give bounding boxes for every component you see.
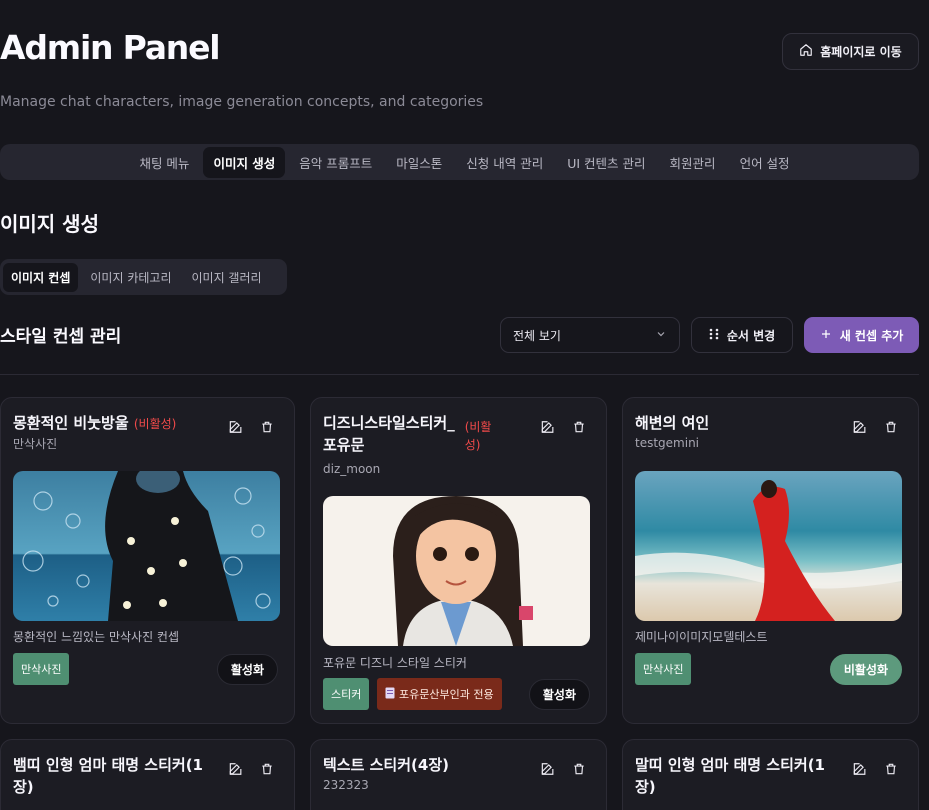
edit-icon[interactable] xyxy=(852,420,866,434)
card-name-line1: 디즈니스타일스티커_ xyxy=(323,414,455,432)
nav-music-prompt[interactable]: 음악 프롬프트 xyxy=(289,147,382,178)
tab-image-category[interactable]: 이미지 카테고리 xyxy=(82,263,179,292)
filter-select[interactable]: 전체 보기 xyxy=(500,317,680,353)
add-concept-button[interactable]: 새 컨셉 추가 xyxy=(804,317,919,353)
card-description: 포유문 디즈니 스타일 스티커 xyxy=(323,656,467,670)
card-description: 몽환적인 느낌있는 만삭사진 컨셉 xyxy=(13,630,180,644)
reorder-button[interactable]: 순서 변경 xyxy=(691,317,793,353)
card-subtitle: testgemini xyxy=(635,436,700,450)
home-button-label: 홈페이지로 이동 xyxy=(820,45,902,59)
subtabs: 이미지 컨셉 이미지 카테고리 이미지 갤러리 xyxy=(0,259,287,295)
concept-card: 디즈니스타일스티커_ 포유문 (비활 성) diz_moon 포유문 디즈니 스… xyxy=(310,397,607,724)
drag-handle-icon xyxy=(709,328,719,343)
nav-milestone[interactable]: 마일스톤 xyxy=(386,147,452,178)
card-name-line1: 뱀띠 인형 엄마 태명 스티커(1 xyxy=(13,756,203,774)
manage-title: 스타일 컨셉 관리 xyxy=(0,327,122,347)
home-button[interactable]: 홈페이지로 이동 xyxy=(782,33,919,70)
concept-image xyxy=(323,496,590,646)
trash-icon[interactable] xyxy=(884,762,898,776)
inactive-tag: (비활성) xyxy=(133,417,177,431)
edit-icon[interactable] xyxy=(228,762,242,776)
home-icon xyxy=(799,43,813,60)
concept-card: 해변의 여인 testgemini 제미나이이미지모델테스트 만삭사진 비활성화 xyxy=(622,397,919,724)
edit-icon[interactable] xyxy=(852,762,866,776)
edit-icon[interactable] xyxy=(540,762,554,776)
page-title: Admin Panel xyxy=(0,28,221,67)
inactive-tag-line1: (비활 xyxy=(464,420,492,434)
chevron-down-icon xyxy=(655,328,667,343)
category-tag: 스티커 xyxy=(323,678,370,710)
nav-members[interactable]: 회원관리 xyxy=(660,147,726,178)
card-name-line2: 장) xyxy=(635,778,656,796)
category-tag: 만삭사진 xyxy=(13,653,70,685)
trash-icon[interactable] xyxy=(260,420,274,434)
nav-ui-content[interactable]: UI 컨텐츠 관리 xyxy=(557,147,655,178)
nav-applications[interactable]: 신청 내역 관리 xyxy=(456,147,553,178)
inactive-tag-line2: 성) xyxy=(464,438,481,452)
page-subtitle: Manage chat characters, image generation… xyxy=(0,94,484,110)
nav-image-generation[interactable]: 이미지 생성 xyxy=(203,146,286,178)
card-name-line2: 장) xyxy=(13,778,34,796)
card-description: 제미나이이미지모델테스트 xyxy=(635,630,768,644)
concept-card: 말띠 인형 엄마 태명 스티커(1 장) xyxy=(622,739,919,810)
filter-value: 전체 보기 xyxy=(513,328,561,343)
add-concept-label: 새 컨셉 추가 xyxy=(839,328,904,343)
card-name: 몽환적인 비눗방울 xyxy=(13,414,129,432)
activate-button[interactable]: 활성화 xyxy=(528,679,590,710)
section-title: 이미지 생성 xyxy=(0,212,99,236)
concept-image xyxy=(13,471,280,621)
activate-button[interactable]: 활성화 xyxy=(216,654,278,685)
reorder-label: 순서 변경 xyxy=(726,328,776,343)
card-subtitle: diz_moon xyxy=(323,462,381,476)
tab-image-gallery[interactable]: 이미지 갤러리 xyxy=(184,263,270,292)
plus-icon xyxy=(820,328,832,343)
tab-image-concept[interactable]: 이미지 컨셉 xyxy=(3,262,79,292)
trash-icon[interactable] xyxy=(572,420,586,434)
category-tag: 만삭사진 xyxy=(635,653,692,685)
deactivate-button[interactable]: 비활성화 xyxy=(829,654,902,685)
nav-chat-menu[interactable]: 채팅 메뉴 xyxy=(129,147,199,178)
edit-icon[interactable] xyxy=(540,420,554,434)
main-nav: 채팅 메뉴 이미지 생성 음악 프롬프트 마일스톤 신청 내역 관리 UI 컨텐… xyxy=(0,144,919,180)
file-icon xyxy=(385,687,395,702)
edit-icon[interactable] xyxy=(228,420,242,434)
concept-image xyxy=(635,471,902,621)
divider xyxy=(0,374,919,375)
card-name-line2: 포유문 xyxy=(323,436,365,454)
concept-card: 뱀띠 인형 엄마 태명 스티커(1 장) xyxy=(0,739,295,810)
card-subtitle: 만삭사진 xyxy=(13,437,58,451)
trash-icon[interactable] xyxy=(572,762,586,776)
trash-icon[interactable] xyxy=(260,762,274,776)
card-name-line1: 말띠 인형 엄마 태명 스티커(1 xyxy=(635,756,825,774)
concept-card: 몽환적인 비눗방울 (비활성) 만삭사진 몽환적인 느낌있는 만삭사진 컨셉 만… xyxy=(0,397,295,724)
exclusive-tag: 포유문산부인과 전용 xyxy=(377,678,502,710)
card-subtitle: 232323 xyxy=(323,778,369,792)
trash-icon[interactable] xyxy=(884,420,898,434)
concept-card: 텍스트 스티커(4장) 232323 xyxy=(310,739,607,810)
nav-language[interactable]: 언어 설정 xyxy=(730,147,800,178)
exclusive-tag-label: 포유문산부인과 전용 xyxy=(399,688,494,701)
